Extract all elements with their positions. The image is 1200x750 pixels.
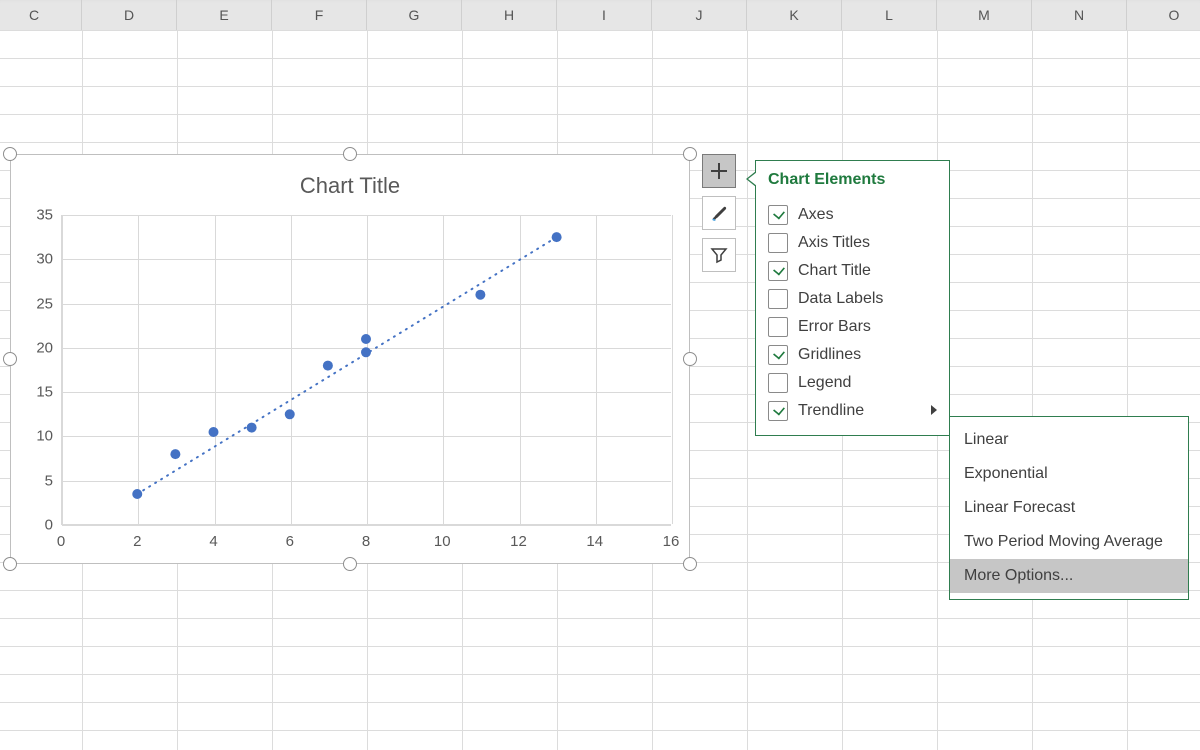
x-axis-tick-label: 14 [575, 533, 615, 550]
x-axis-tick-label: 8 [346, 533, 386, 550]
checkbox[interactable] [768, 401, 788, 421]
y-axis-tick-label: 0 [13, 517, 53, 534]
plot-area[interactable]: 051015202530350246810121416 [61, 215, 671, 525]
y-axis-tick-label: 20 [13, 339, 53, 356]
checkbox[interactable] [768, 205, 788, 225]
x-axis-tick-label: 2 [117, 533, 157, 550]
trendline-option[interactable]: Exponential [950, 457, 1188, 491]
chart-object[interactable]: Chart Title 051015202530350246810121416 [10, 154, 690, 564]
funnel-icon [709, 245, 729, 265]
brush-icon [709, 203, 729, 223]
selection-handle[interactable] [343, 147, 357, 161]
data-series[interactable] [61, 215, 671, 525]
chart-element-option-label: Gridlines [798, 346, 861, 364]
column-headers: CDEFGHIJKLMNO [0, 0, 1200, 31]
chart-element-option-label: Trendline [798, 402, 864, 420]
chart-element-option[interactable]: Error Bars [768, 313, 939, 341]
x-axis-tick-label: 16 [651, 533, 691, 550]
selection-handle[interactable] [683, 352, 697, 366]
selection-handle[interactable] [3, 352, 17, 366]
chart-element-option-label: Error Bars [798, 318, 871, 336]
chart-element-option[interactable]: Axes [768, 201, 939, 229]
chart-element-option[interactable]: Axis Titles [768, 229, 939, 257]
column-header[interactable]: F [272, 0, 367, 30]
column-header[interactable]: I [557, 0, 652, 30]
selection-handle[interactable] [343, 557, 357, 571]
checkbox[interactable] [768, 317, 788, 337]
chart-element-option[interactable]: Chart Title [768, 257, 939, 285]
chart-element-option[interactable]: Data Labels [768, 285, 939, 313]
trendline-option[interactable]: Two Period Moving Average [950, 525, 1188, 559]
selection-handle[interactable] [3, 147, 17, 161]
y-axis-tick-label: 10 [13, 428, 53, 445]
chart-element-option-label: Axis Titles [798, 234, 870, 252]
trendline-submenu[interactable]: LinearExponentialLinear ForecastTwo Peri… [949, 416, 1189, 600]
checkbox[interactable] [768, 261, 788, 281]
selection-handle[interactable] [683, 557, 697, 571]
column-header[interactable]: N [1032, 0, 1127, 30]
y-axis-tick-label: 25 [13, 295, 53, 312]
chart-element-option-label: Legend [798, 374, 851, 392]
y-axis-tick-label: 5 [13, 472, 53, 489]
chart-element-option-label: Axes [798, 206, 834, 224]
column-header[interactable]: O [1127, 0, 1200, 30]
chart-elements-button[interactable] [702, 154, 736, 188]
y-axis-tick-label: 15 [13, 384, 53, 401]
chart-styles-button[interactable] [702, 196, 736, 230]
x-axis-tick-label: 6 [270, 533, 310, 550]
chart-elements-flyout[interactable]: Chart Elements Axes Axis Titles Chart Titl… [755, 160, 950, 436]
plus-icon [709, 161, 729, 181]
chart-title[interactable]: Chart Title [11, 173, 689, 199]
x-axis-tick-label: 10 [422, 533, 462, 550]
checkbox[interactable] [768, 233, 788, 253]
chart-element-option[interactable]: Gridlines [768, 341, 939, 369]
checkbox[interactable] [768, 289, 788, 309]
y-axis-tick-label: 30 [13, 251, 53, 268]
column-header[interactable]: J [652, 0, 747, 30]
column-header[interactable]: G [367, 0, 462, 30]
column-header[interactable]: D [82, 0, 177, 30]
selection-handle[interactable] [3, 557, 17, 571]
x-axis-tick-label: 12 [499, 533, 539, 550]
chart-element-option[interactable]: Legend [768, 369, 939, 397]
chart-filters-button[interactable] [702, 238, 736, 272]
trendline-option[interactable]: Linear Forecast [950, 491, 1188, 525]
selection-handle[interactable] [683, 147, 697, 161]
y-axis-tick-label: 35 [13, 207, 53, 224]
chart-element-option-label: Chart Title [798, 262, 871, 280]
submenu-caret-icon [929, 403, 939, 419]
chart-element-option-label: Data Labels [798, 290, 883, 308]
flyout-title: Chart Elements [768, 171, 939, 189]
trendline-option[interactable]: More Options... [950, 559, 1188, 593]
x-axis-tick-label: 4 [194, 533, 234, 550]
column-header[interactable]: E [177, 0, 272, 30]
column-header[interactable]: C [0, 0, 82, 30]
checkbox[interactable] [768, 345, 788, 365]
trendline-option[interactable]: Linear [950, 423, 1188, 457]
x-axis-tick-label: 0 [41, 533, 81, 550]
column-header[interactable]: L [842, 0, 937, 30]
chart-side-buttons [702, 154, 736, 280]
column-header[interactable]: M [937, 0, 1032, 30]
column-header[interactable]: H [462, 0, 557, 30]
chart-element-option[interactable]: Trendline [768, 397, 939, 425]
column-header[interactable]: K [747, 0, 842, 30]
checkbox[interactable] [768, 373, 788, 393]
